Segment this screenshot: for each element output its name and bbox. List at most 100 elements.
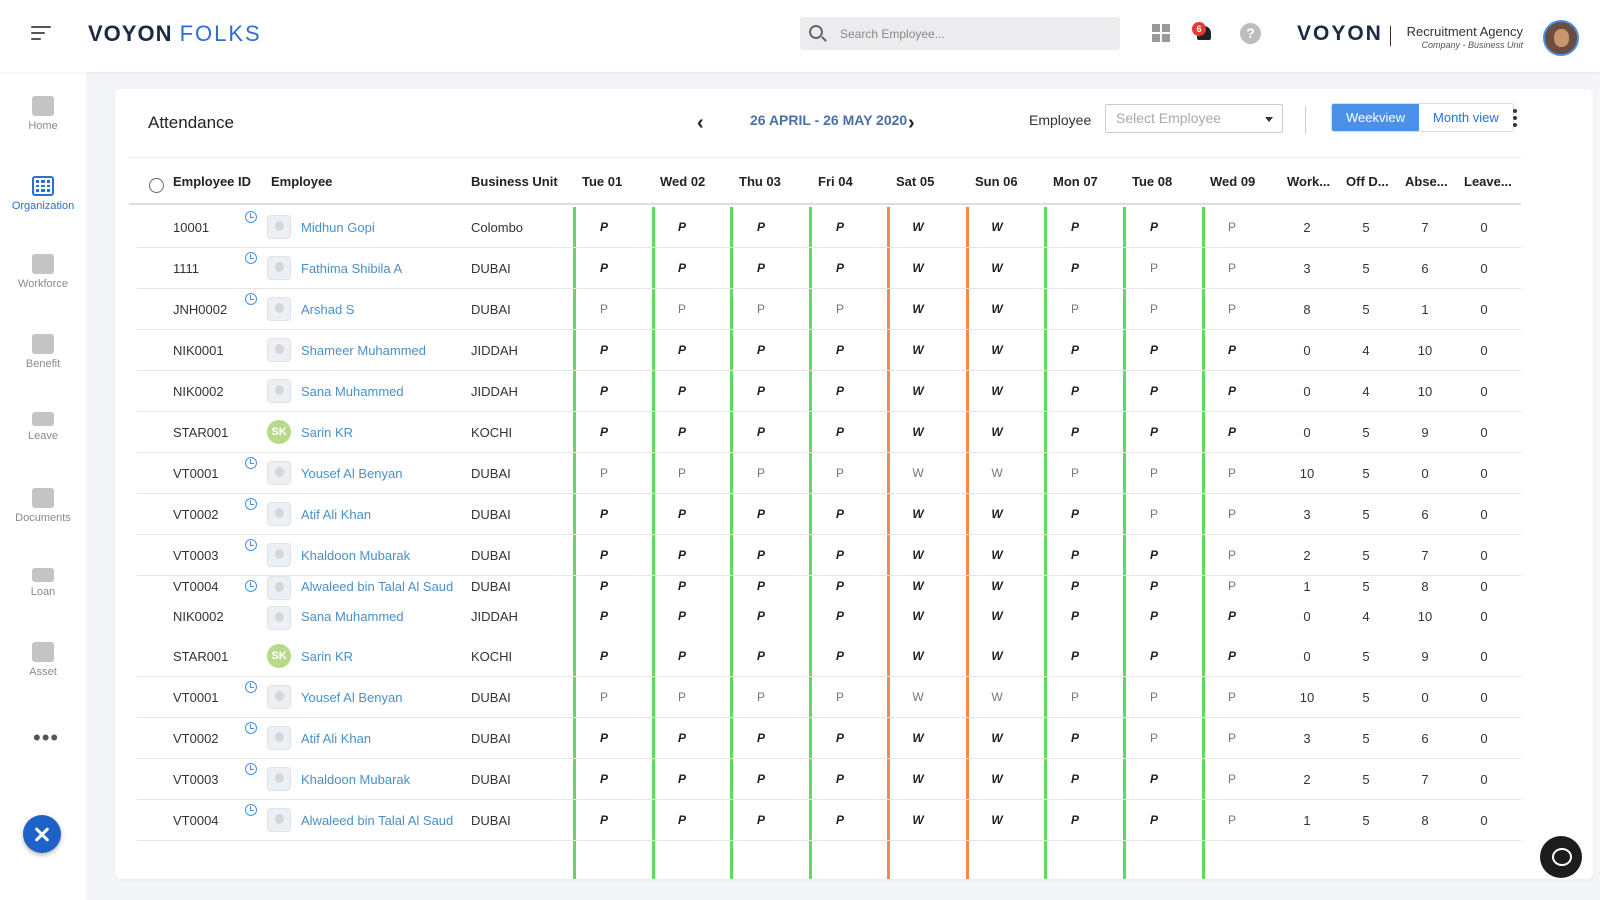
day-status-cell[interactable]: W	[908, 302, 928, 316]
day-status-cell[interactable]: P	[1222, 384, 1242, 398]
sidebar-item-documents[interactable]: Documents	[0, 488, 86, 524]
day-status-cell[interactable]: W	[987, 649, 1007, 663]
day-status-cell[interactable]: P	[1222, 261, 1242, 275]
col-day[interactable]: Thu 03	[739, 174, 781, 189]
day-status-cell[interactable]: P	[672, 813, 692, 827]
day-status-cell[interactable]: P	[594, 384, 614, 398]
day-status-cell[interactable]: P	[1222, 425, 1242, 439]
sidebar-item-benefit[interactable]: Benefit	[0, 334, 86, 370]
day-status-cell[interactable]: P	[672, 579, 692, 593]
day-status-cell[interactable]: P	[672, 772, 692, 786]
table-row[interactable]: 1111 Fathima Shibila A DUBAI P P P P W W P P P 3 5 6 0	[137, 248, 1521, 289]
day-status-cell[interactable]: P	[1222, 731, 1242, 745]
day-status-cell[interactable]: P	[1144, 813, 1164, 827]
col-employee[interactable]: Employee	[271, 174, 332, 189]
col-day[interactable]: Fri 04	[818, 174, 853, 189]
day-status-cell[interactable]: P	[751, 579, 771, 593]
day-status-cell[interactable]: P	[751, 343, 771, 357]
day-status-cell[interactable]: P	[1144, 220, 1164, 234]
table-row[interactable]: NIK0002 Sana Muhammed JIDDAH P P P P W W P P P 0 4 10 0	[137, 371, 1521, 412]
day-status-cell[interactable]: P	[594, 813, 614, 827]
day-status-cell[interactable]: P	[751, 302, 771, 316]
day-status-cell[interactable]: P	[751, 813, 771, 827]
day-status-cell[interactable]: W	[987, 384, 1007, 398]
clock-icon[interactable]	[245, 804, 257, 816]
day-status-cell[interactable]: P	[1065, 649, 1085, 663]
day-status-cell[interactable]: P	[830, 466, 850, 480]
clock-icon[interactable]	[245, 539, 257, 551]
table-row[interactable]: VT0001 Yousef Al Benyan DUBAI P P P P W W P P P 10 5 0…	[137, 453, 1521, 494]
day-status-cell[interactable]: P	[751, 384, 771, 398]
day-status-cell[interactable]: P	[830, 731, 850, 745]
day-status-cell[interactable]: P	[1065, 425, 1085, 439]
day-status-cell[interactable]: P	[1144, 466, 1164, 480]
day-status-cell[interactable]: P	[1222, 220, 1242, 234]
day-status-cell[interactable]: P	[672, 548, 692, 562]
col-day[interactable]: Mon 07	[1053, 174, 1098, 189]
day-status-cell[interactable]: P	[672, 731, 692, 745]
chat-icon[interactable]	[1540, 836, 1582, 878]
col-day[interactable]: Wed 02	[660, 174, 705, 189]
help-icon[interactable]: ?	[1240, 23, 1261, 44]
day-status-cell[interactable]: W	[908, 220, 928, 234]
day-status-cell[interactable]: P	[594, 261, 614, 275]
day-status-cell[interactable]: P	[1065, 302, 1085, 316]
clock-icon[interactable]	[245, 498, 257, 510]
table-row[interactable]: VT0001 Yousef Al Benyan DUBAI P P P P W W P P P 10 5 0…	[137, 677, 1521, 718]
clock-icon[interactable]	[245, 252, 257, 264]
col-day[interactable]: Wed 09	[1210, 174, 1255, 189]
employee-name-link[interactable]: Khaldoon Mubarak	[301, 548, 410, 563]
sidebar-item-asset[interactable]: Asset	[0, 642, 86, 678]
apps-grid-icon[interactable]	[1152, 24, 1170, 42]
sidebar-item-home[interactable]: Home	[0, 96, 86, 132]
search-input[interactable]	[840, 17, 1110, 50]
table-row[interactable]: 10001 Midhun Gopi Colombo P P P P W W P P P 2 5 7 0	[137, 207, 1521, 248]
day-status-cell[interactable]: P	[830, 261, 850, 275]
weekview-button[interactable]: Weekview	[1332, 104, 1420, 131]
clock-icon[interactable]	[245, 293, 257, 305]
day-status-cell[interactable]: P	[1065, 261, 1085, 275]
employee-name-link[interactable]: Fathima Shibila A	[301, 261, 402, 276]
clock-icon[interactable]	[245, 681, 257, 693]
day-status-cell[interactable]: W	[987, 466, 1007, 480]
table-row[interactable]: VT0003 Khaldoon Mubarak DUBAI P P P P W W P P P 2 5 7 0	[137, 535, 1521, 576]
monthview-button[interactable]: Month view	[1419, 104, 1513, 131]
sidebar-item-organization[interactable]: Organization	[0, 176, 86, 212]
day-status-cell[interactable]: P	[1065, 384, 1085, 398]
col-day[interactable]: Tue 08	[1132, 174, 1172, 189]
day-status-cell[interactable]: P	[830, 649, 850, 663]
day-status-cell[interactable]: W	[987, 731, 1007, 745]
day-status-cell[interactable]: P	[1144, 425, 1164, 439]
employee-select[interactable]: Select Employee	[1105, 104, 1283, 133]
clock-icon[interactable]	[245, 722, 257, 734]
day-status-cell[interactable]: P	[830, 220, 850, 234]
day-status-cell[interactable]: P	[1144, 731, 1164, 745]
day-status-cell[interactable]: P	[751, 466, 771, 480]
col-day[interactable]: Tue 01	[582, 174, 622, 189]
employee-name-link[interactable]: Sarin KR	[301, 425, 353, 440]
day-status-cell[interactable]: P	[1065, 731, 1085, 745]
day-status-cell[interactable]: P	[1144, 609, 1164, 623]
table-row[interactable]: VT0004 Alwaleed bin Talal Al Saud DUBAI P P P…	[137, 576, 1521, 606]
col-employee-id[interactable]: Employee ID	[173, 174, 251, 189]
day-status-cell[interactable]: P	[594, 343, 614, 357]
day-status-cell[interactable]: P	[751, 690, 771, 704]
day-status-cell[interactable]: P	[594, 690, 614, 704]
day-status-cell[interactable]: P	[1222, 343, 1242, 357]
day-status-cell[interactable]: P	[1222, 302, 1242, 316]
day-status-cell[interactable]: P	[594, 302, 614, 316]
employee-name-link[interactable]: Arshad S	[301, 302, 354, 317]
day-status-cell[interactable]: W	[908, 813, 928, 827]
col-business-unit[interactable]: Business Unit	[471, 174, 558, 189]
day-status-cell[interactable]: W	[987, 813, 1007, 827]
day-status-cell[interactable]: P	[594, 609, 614, 623]
employee-name-link[interactable]: Khaldoon Mubarak	[301, 772, 410, 787]
day-status-cell[interactable]: P	[830, 384, 850, 398]
day-status-cell[interactable]: P	[751, 649, 771, 663]
day-status-cell[interactable]: P	[830, 507, 850, 521]
col-stat[interactable]: Abse...	[1405, 174, 1448, 189]
day-status-cell[interactable]: W	[908, 579, 928, 593]
day-status-cell[interactable]: P	[751, 425, 771, 439]
col-stat[interactable]: Work...	[1287, 174, 1330, 189]
prev-range-button[interactable]: ‹	[697, 112, 704, 135]
